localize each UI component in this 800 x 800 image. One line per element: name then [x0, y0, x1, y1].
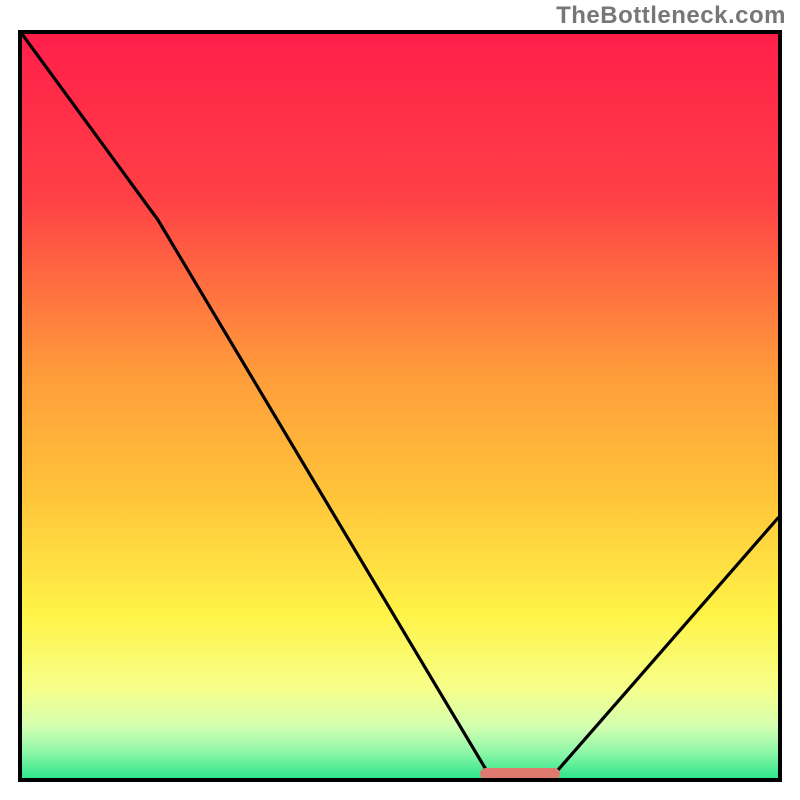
bottleneck-curve [22, 34, 778, 778]
watermark-text: TheBottleneck.com [556, 2, 786, 30]
optimal-range-marker [480, 768, 560, 780]
plot-frame [18, 30, 782, 782]
chart-container: TheBottleneck.com [0, 0, 800, 800]
